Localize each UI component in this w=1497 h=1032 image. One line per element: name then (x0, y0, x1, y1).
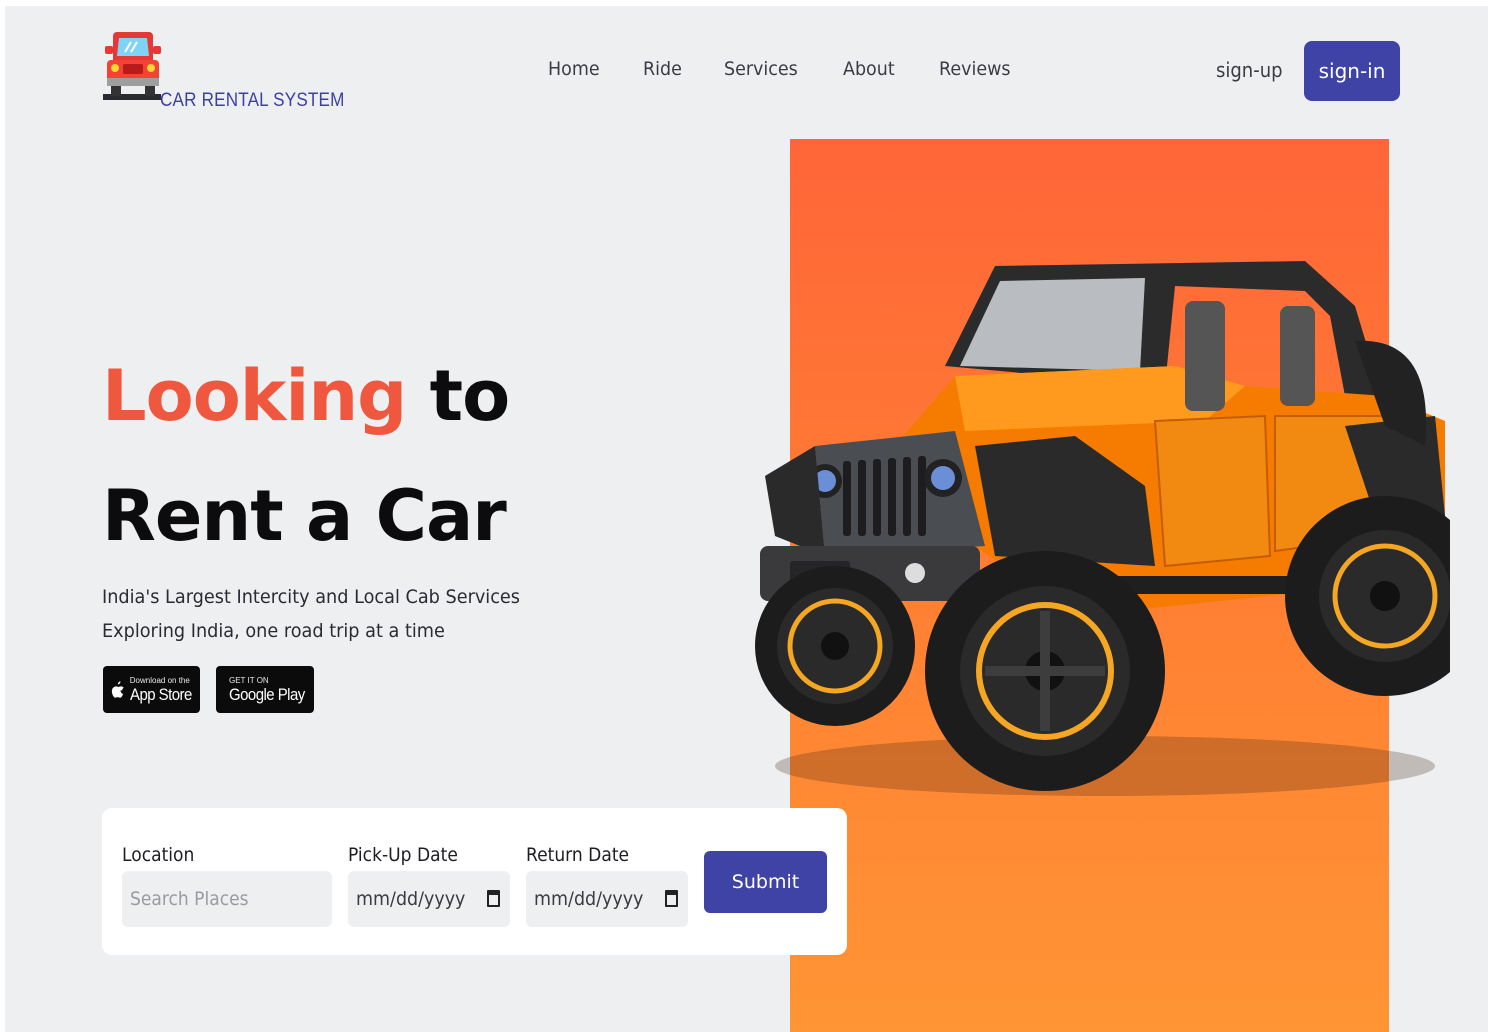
brand-logo[interactable]: CAR RENTAL SYSTEM (103, 30, 344, 126)
return-date-value: mm/dd/yyyy (534, 888, 644, 910)
return-date-input[interactable]: mm/dd/yyyy (526, 871, 688, 927)
nav-ride[interactable]: Ride (643, 58, 682, 80)
page: CAR RENTAL SYSTEM Home Ride Services Abo… (5, 6, 1488, 1032)
return-date-label: Return Date (526, 844, 630, 866)
orange-jeep-image (755, 261, 1450, 796)
nav-home[interactable]: Home (548, 58, 600, 80)
search-form: Location Search Places Pick-Up Date mm/d… (102, 808, 847, 955)
hero-headline: Looking to Rent a Car (102, 336, 511, 576)
hero-subtitle: India's Largest Intercity and Local Cab … (102, 580, 520, 648)
nav-about[interactable]: About (843, 58, 895, 80)
red-car-front-icon (103, 32, 161, 100)
nav-reviews[interactable]: Reviews (939, 58, 1010, 80)
app-store-small: Download on the (129, 675, 190, 685)
pickup-date-label: Pick-Up Date (348, 844, 458, 866)
subtitle-line2: Exploring India, one road trip at a time (102, 620, 445, 642)
headline-accent: Looking (102, 355, 407, 437)
brand-name: CAR RENTAL SYSTEM (160, 90, 345, 111)
calendar-icon[interactable] (487, 890, 500, 907)
submit-button[interactable]: Submit (704, 851, 827, 913)
calendar-icon[interactable] (665, 890, 678, 907)
apple-icon (111, 680, 124, 698)
location-input[interactable]: Search Places (122, 871, 332, 927)
headline-line2: Rent a Car (102, 475, 507, 557)
pickup-date-input[interactable]: mm/dd/yyyy (348, 871, 510, 927)
google-play-big: Google Play (229, 684, 305, 704)
headline-rest: to (429, 355, 511, 437)
google-play-badge[interactable]: GET IT ON Google Play (216, 666, 314, 713)
location-label: Location (122, 844, 195, 866)
app-store-big: App Store (129, 684, 192, 704)
app-store-badge[interactable]: Download on the App Store (103, 666, 200, 713)
sign-up-link[interactable]: sign-up (1216, 58, 1283, 82)
sign-in-button[interactable]: sign-in (1304, 41, 1400, 101)
google-play-small: GET IT ON (229, 675, 269, 685)
location-placeholder: Search Places (130, 888, 249, 910)
pickup-date-value: mm/dd/yyyy (356, 888, 466, 910)
nav-services[interactable]: Services (724, 58, 798, 80)
subtitle-line1: India's Largest Intercity and Local Cab … (102, 586, 521, 608)
main-nav: Home Ride Services About Reviews (548, 58, 1055, 80)
